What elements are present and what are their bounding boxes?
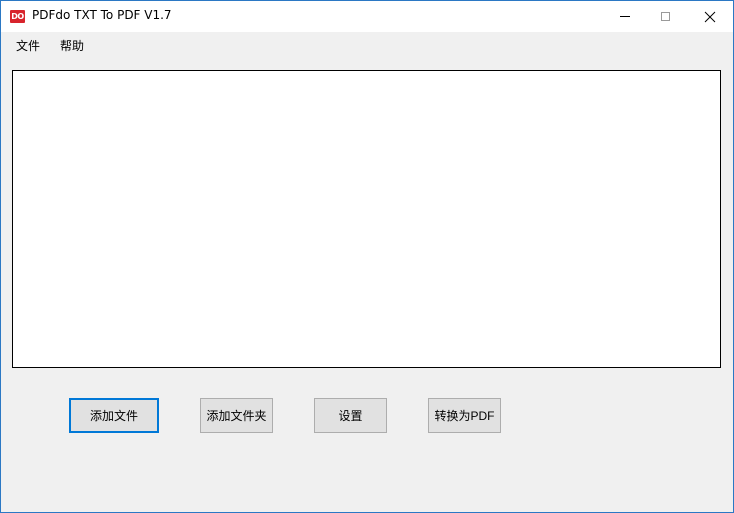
minimize-icon xyxy=(620,16,630,17)
close-button[interactable] xyxy=(687,1,733,32)
close-icon xyxy=(704,11,716,22)
window-title: PDFdo TXT To PDF V1.7 xyxy=(32,8,172,22)
menu-help[interactable]: 帮助 xyxy=(60,37,84,54)
add-folder-button[interactable]: 添加文件夹 xyxy=(200,398,273,433)
maximize-button[interactable] xyxy=(642,1,688,32)
add-file-button[interactable]: 添加文件 xyxy=(69,398,159,433)
app-icon: DO xyxy=(10,10,25,23)
app-window: DO PDFdo TXT To PDF V1.7 文件 帮助 添加文件 添加文件… xyxy=(0,0,734,513)
file-list-box[interactable] xyxy=(12,70,721,368)
title-bar[interactable]: DO PDFdo TXT To PDF V1.7 xyxy=(1,1,733,32)
menu-bar: 文件 帮助 xyxy=(1,32,733,56)
maximize-icon xyxy=(660,12,670,21)
convert-to-pdf-button[interactable]: 转换为PDF xyxy=(428,398,501,433)
settings-button[interactable]: 设置 xyxy=(314,398,387,433)
menu-file[interactable]: 文件 xyxy=(16,37,40,54)
